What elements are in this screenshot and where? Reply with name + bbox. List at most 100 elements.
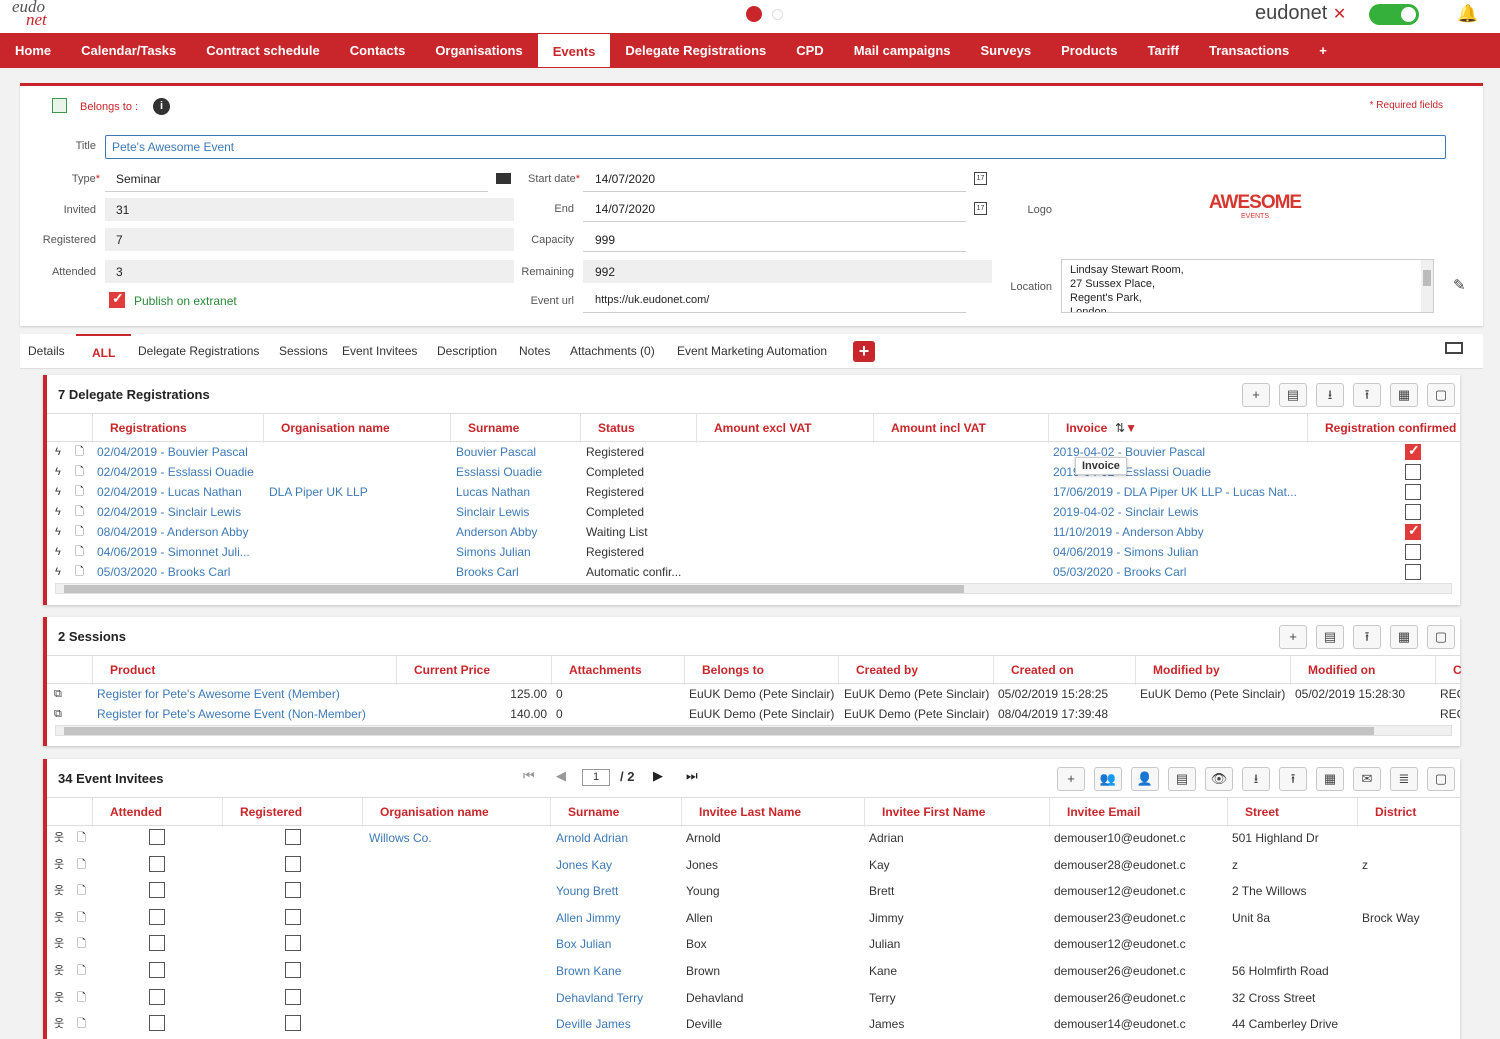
lightning-icon[interactable]: ϟ bbox=[55, 442, 61, 462]
nav-item-home[interactable]: Home bbox=[0, 33, 66, 68]
expand-panel-icon[interactable] bbox=[1445, 342, 1463, 354]
blank-document-icon[interactable]: ▢ bbox=[1427, 383, 1455, 407]
nav-item-mail-campaigns[interactable]: Mail campaigns bbox=[839, 33, 966, 68]
report-icon[interactable]: ▦ bbox=[1390, 625, 1418, 649]
document-icon[interactable]: 🗋 bbox=[77, 988, 86, 1008]
document-icon[interactable]: 🗋 bbox=[75, 522, 84, 542]
print-icon[interactable]: ≣ bbox=[1390, 767, 1418, 791]
page-input[interactable]: 1 bbox=[582, 769, 610, 786]
registration-link[interactable]: 02/04/2019 - Lucas Nathan bbox=[97, 482, 262, 502]
product-link[interactable]: Register for Pete's Awesome Event (Membe… bbox=[97, 684, 393, 704]
scroll-thumb[interactable] bbox=[64, 585, 964, 593]
registered-checkbox[interactable] bbox=[285, 935, 301, 952]
table-row[interactable]: ϟ 🗋 02/04/2019 - Sinclair Lewis Sinclair Le… bbox=[47, 502, 1460, 522]
sessions-scrollbar[interactable] bbox=[55, 725, 1452, 736]
title-input[interactable]: Pete's Awesome Event bbox=[105, 135, 1446, 159]
person-icon[interactable]: 웃 bbox=[54, 881, 64, 901]
surname-link[interactable]: Lucas Nathan bbox=[456, 482, 580, 502]
blank-document-icon[interactable]: ▢ bbox=[1427, 767, 1455, 791]
organisation-link[interactable]: Willows Co. bbox=[369, 828, 549, 848]
invitees-col-0[interactable]: Attended bbox=[92, 798, 222, 827]
sessions-col-8[interactable]: C bbox=[1435, 656, 1464, 685]
nav-item-transactions[interactable]: Transactions bbox=[1194, 33, 1304, 68]
lightning-icon[interactable]: ϟ bbox=[55, 482, 61, 502]
document-icon[interactable]: 🗋 bbox=[77, 881, 86, 901]
export-icon[interactable]: ⭳ bbox=[1242, 767, 1270, 791]
event-url-field[interactable] bbox=[583, 312, 966, 313]
nav-item-surveys[interactable]: Surveys bbox=[966, 33, 1047, 68]
last-page-icon[interactable]: ⏭ bbox=[686, 768, 698, 784]
registered-checkbox[interactable] bbox=[285, 962, 301, 978]
registration-link[interactable]: 04/06/2019 - Simonnet Juli... bbox=[97, 542, 262, 562]
reg-col-7[interactable]: Registration confirmed bbox=[1307, 414, 1464, 443]
document-icon[interactable]: 🗋 bbox=[75, 442, 84, 462]
reg-col-1[interactable]: Organisation name bbox=[263, 414, 450, 443]
registration-confirmed-checkbox[interactable] bbox=[1405, 522, 1421, 540]
publish-checkbox[interactable] bbox=[109, 290, 125, 308]
location-textarea[interactable]: Lindsay Stewart Room, 27 Sussex Place, Reg… bbox=[1061, 259, 1434, 313]
import-icon[interactable]: ⭱ bbox=[1279, 767, 1307, 791]
invitees-col-7[interactable]: Street bbox=[1227, 798, 1357, 827]
folder-icon[interactable] bbox=[496, 173, 511, 184]
table-row[interactable]: ϟ 🗋 02/04/2019 - Lucas Nathan DLA Piper UK … bbox=[47, 482, 1460, 502]
registration-link[interactable]: 02/04/2019 - Esslassi Ouadie bbox=[97, 462, 262, 482]
registered-checkbox[interactable] bbox=[285, 1015, 301, 1032]
person-icon[interactable]: 웃 bbox=[54, 961, 64, 981]
surname-link[interactable]: Anderson Abby bbox=[456, 522, 580, 542]
lightning-icon[interactable]: ϟ bbox=[55, 562, 61, 582]
nav-item-contract-schedule[interactable]: Contract schedule bbox=[191, 33, 334, 68]
surname-link[interactable]: Deville James bbox=[556, 1014, 680, 1034]
sessions-col-2[interactable]: Attachments bbox=[551, 656, 684, 685]
copy-icon[interactable]: ⧉ bbox=[54, 704, 62, 724]
invitees-col-4[interactable]: Invitee Last Name bbox=[681, 798, 864, 827]
surname-link[interactable]: Esslassi Ouadie bbox=[456, 462, 580, 482]
table-row[interactable]: ϟ 🗋 02/04/2019 - Bouvier Pascal Bouvier Pas… bbox=[47, 442, 1460, 462]
registration-confirmed-checkbox[interactable] bbox=[1405, 464, 1421, 480]
sort-filter-icon[interactable]: ⇅▼ bbox=[1115, 421, 1137, 435]
type-field[interactable] bbox=[105, 191, 488, 192]
invitees-col-6[interactable]: Invitee Email bbox=[1049, 798, 1227, 827]
table-row[interactable]: ϟ 🗋 02/04/2019 - Esslassi Ouadie Esslassi O… bbox=[47, 462, 1460, 482]
lightning-icon[interactable]: ϟ bbox=[55, 462, 61, 482]
capacity-field[interactable] bbox=[583, 251, 966, 252]
attended-checkbox[interactable] bbox=[149, 1015, 165, 1032]
document-icon[interactable]: 🗋 bbox=[75, 502, 84, 522]
lightning-icon[interactable]: ϟ bbox=[55, 522, 61, 542]
attended-checkbox[interactable] bbox=[149, 855, 165, 872]
location-scrollbar[interactable] bbox=[1421, 260, 1433, 312]
export-icon[interactable]: ⭳ bbox=[1316, 383, 1344, 407]
invoice-link[interactable]: 04/06/2019 - Simons Julian bbox=[1053, 542, 1305, 562]
first-page-icon[interactable]: ⏮ bbox=[523, 768, 535, 784]
registration-confirmed-checkbox[interactable] bbox=[1405, 442, 1421, 460]
table-row[interactable]: 웃 🗋 Deville James Deville James demouser14@eu… bbox=[47, 1014, 1460, 1034]
surname-link[interactable]: Bouvier Pascal bbox=[456, 442, 580, 462]
invitees-col-2[interactable]: Organisation name bbox=[362, 798, 550, 827]
reg-col-2[interactable]: Surname bbox=[450, 414, 580, 443]
document-icon[interactable]: 🗋 bbox=[75, 542, 84, 562]
attended-checkbox[interactable] bbox=[149, 829, 165, 845]
table-row[interactable]: ϟ 🗋 08/04/2019 - Anderson Abby Anderson Abb… bbox=[47, 522, 1460, 542]
scroll-thumb[interactable] bbox=[64, 727, 1374, 735]
mass-update-icon[interactable]: ▤ bbox=[1279, 383, 1307, 407]
surname-link[interactable]: Allen Jimmy bbox=[556, 908, 680, 928]
add-invitee-icon[interactable]: 👤 bbox=[1131, 767, 1159, 791]
reg-col-4[interactable]: Amount excl VAT bbox=[696, 414, 873, 443]
prev-page-icon[interactable]: ◀ bbox=[556, 768, 566, 784]
email-icon[interactable]: ✉ bbox=[1353, 767, 1381, 791]
mass-update-icon[interactable]: ▤ bbox=[1168, 767, 1196, 791]
report-icon[interactable]: ▦ bbox=[1390, 383, 1418, 407]
registration-link[interactable]: 02/04/2019 - Bouvier Pascal bbox=[97, 442, 262, 462]
registration-link[interactable]: 02/04/2019 - Sinclair Lewis bbox=[97, 502, 262, 522]
nav-item-calendar-tasks[interactable]: Calendar/Tasks bbox=[66, 33, 191, 68]
reg-col-0[interactable]: Registrations bbox=[92, 414, 263, 443]
nav-item-tariff[interactable]: Tariff bbox=[1132, 33, 1194, 68]
document-icon[interactable]: 🗋 bbox=[75, 482, 84, 502]
add-button[interactable]: + bbox=[1057, 767, 1085, 791]
person-icon[interactable]: 웃 bbox=[54, 828, 64, 848]
end-date-field[interactable] bbox=[583, 221, 966, 222]
lightning-icon[interactable]: ϟ bbox=[55, 542, 61, 562]
sessions-col-7[interactable]: Modified on bbox=[1290, 656, 1435, 685]
table-row[interactable]: ⧉ Register for Pete's Awesome Event (Memb… bbox=[47, 684, 1460, 704]
nav-item-contacts[interactable]: Contacts bbox=[335, 33, 421, 68]
surname-link[interactable]: Box Julian bbox=[556, 934, 680, 954]
